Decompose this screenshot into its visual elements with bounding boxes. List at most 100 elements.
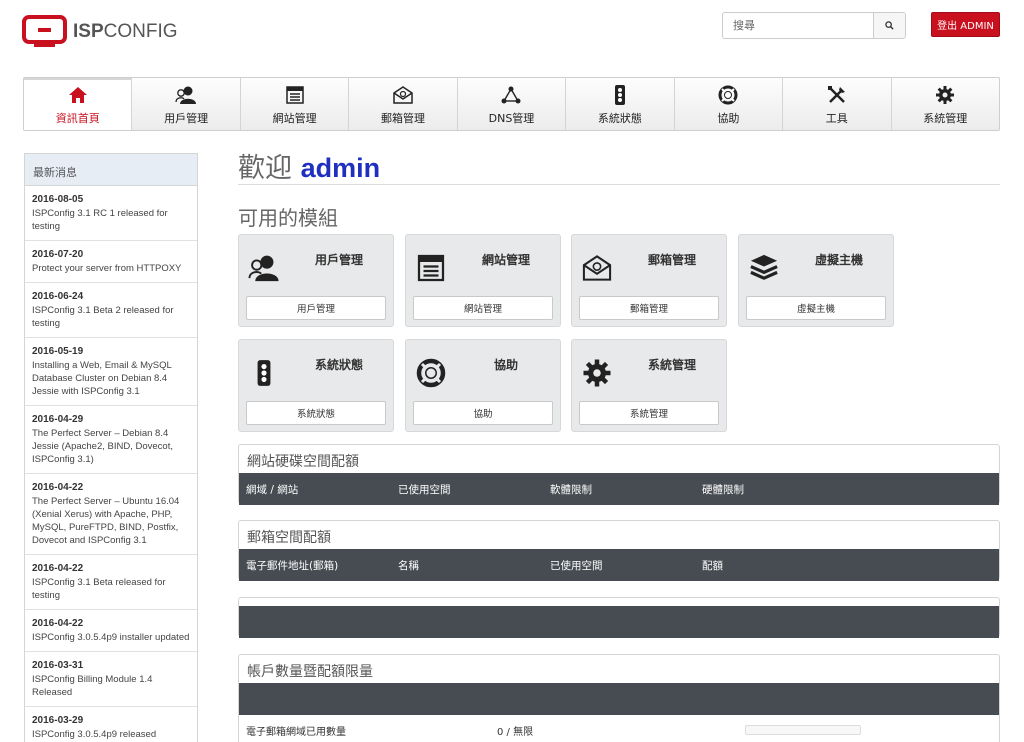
server-stack-icon	[750, 254, 778, 280]
search-box	[722, 12, 906, 39]
users-icon	[175, 86, 197, 104]
nav-item-home[interactable]: 資訊首頁	[24, 78, 133, 130]
news-date: 2016-03-29	[32, 715, 84, 726]
news-link[interactable]: The Perfect Server – Debian 8.4 Jessie (…	[32, 427, 190, 466]
modules-heading: 可用的模組	[238, 206, 338, 230]
module-button-sites[interactable]: 網站管理	[413, 296, 553, 320]
module-title: 系統狀態	[314, 358, 363, 372]
module-tile-users: 用戶管理 用戶管理	[238, 234, 394, 327]
nav-item-users[interactable]: 用戶管理	[132, 78, 241, 130]
nav-item-monitor[interactable]: 系統狀態	[566, 78, 675, 130]
module-title: 網站管理	[481, 253, 530, 267]
module-button-monitor[interactable]: 系統狀態	[246, 401, 386, 425]
table-header	[239, 606, 999, 638]
module-tile-mail: 郵箱管理 郵箱管理	[571, 234, 727, 327]
traffic-light-icon	[257, 360, 271, 386]
news-item[interactable]: 2016-06-24 ISPConfig 3.1 Beta 2 released …	[25, 283, 197, 338]
logo-text-rest: CONFIG	[103, 21, 178, 42]
news-date: 2016-04-22	[32, 563, 84, 574]
news-item[interactable]: 2016-04-29 The Perfect Server – Debian 8.…	[25, 406, 197, 474]
welcome-prefix: 歡迎	[238, 153, 292, 184]
news-date: 2016-03-31	[32, 660, 84, 671]
news-item[interactable]: 2016-03-29 ISPConfig 3.0.5.4p9 released	[25, 707, 197, 742]
logo-text: ISPCONFIG	[73, 21, 178, 43]
table-header: 電子郵件地址(郵箱) 名稱 已使用空間 配額	[239, 549, 999, 581]
news-link[interactable]: Protect your server from HTTPOXY	[32, 262, 190, 275]
column-header[interactable]: 名稱	[391, 558, 543, 573]
logout-button[interactable]: 登出 ADMIN	[931, 12, 1000, 37]
logo[interactable]: ISPCONFIG	[22, 15, 178, 49]
table-header	[239, 683, 999, 715]
news-link[interactable]: ISPConfig Billing Module 1.4 Released	[32, 673, 190, 699]
mail-quota-panel: 郵箱空間配額 電子郵件地址(郵箱) 名稱 已使用空間 配額	[238, 520, 1000, 581]
module-button-users[interactable]: 用戶管理	[246, 296, 386, 320]
news-date: 2016-04-29	[32, 414, 84, 425]
nav-label: 系統狀態	[597, 112, 642, 125]
column-header[interactable]: 硬體限制	[695, 482, 847, 497]
sidebar-heading: 最新消息	[25, 154, 197, 186]
news-item[interactable]: 2016-08-05 ISPConfig 3.1 RC 1 released fo…	[25, 186, 197, 241]
limit-progress-bar	[745, 725, 861, 735]
traffic-light-icon	[614, 85, 625, 105]
nav-label: 協助	[717, 112, 740, 125]
search-input[interactable]	[723, 13, 873, 38]
nav-item-help[interactable]: 協助	[675, 78, 784, 130]
ispconfig-dashboard: ISPCONFIG 登出 ADMIN 資訊首頁 用戶管理 網站管理 郵箱管理 D…	[0, 0, 1024, 742]
news-item[interactable]: 2016-04-22 The Perfect Server – Ubuntu 16…	[25, 474, 197, 555]
nav-item-system[interactable]: 系統管理	[892, 78, 999, 130]
module-button-help[interactable]: 協助	[413, 401, 553, 425]
nav-item-sites[interactable]: 網站管理	[241, 78, 350, 130]
news-link[interactable]: ISPConfig 3.1 RC 1 released for testing	[32, 207, 190, 233]
news-item[interactable]: 2016-03-31 ISPConfig Billing Module 1.4 R…	[25, 652, 197, 707]
module-tile-help: 協助 協助	[405, 339, 561, 432]
panel-title: 帳戶數量暨配額限量	[247, 664, 373, 680]
column-header[interactable]: 配額	[695, 558, 847, 573]
module-tile-sites: 網站管理 網站管理	[405, 234, 561, 327]
news-link[interactable]: The Perfect Server – Ubuntu 16.04 (Xenia…	[32, 495, 190, 547]
module-title: 郵箱管理	[647, 253, 696, 267]
website-icon	[417, 254, 445, 282]
column-header[interactable]: 已使用空間	[543, 558, 695, 573]
module-tile-vm: 虛擬主機 虛擬主機	[738, 234, 894, 327]
news-item[interactable]: 2016-04-22 ISPConfig 3.1 Beta released fo…	[25, 555, 197, 610]
panel-title: 網站硬碟空間配額	[247, 454, 359, 470]
news-date: 2016-07-20	[32, 249, 84, 260]
main-nav: 資訊首頁 用戶管理 網站管理 郵箱管理 DNS管理 系統狀態 協助 工具 系統管…	[23, 77, 1000, 131]
nav-label: 工具	[825, 112, 848, 125]
module-button-mail[interactable]: 郵箱管理	[579, 296, 719, 320]
news-link[interactable]: ISPConfig 3.1 Beta released for testing	[32, 576, 190, 602]
search-icon	[885, 21, 894, 30]
empty-panel	[238, 597, 1000, 638]
module-title: 協助	[493, 358, 518, 372]
module-button-vm[interactable]: 虛擬主機	[746, 296, 886, 320]
limit-label: 電子郵箱網域已用數量	[246, 726, 346, 738]
column-header[interactable]: 電子郵件地址(郵箱)	[239, 558, 391, 573]
news-link[interactable]: Installing a Web, Email & MySQL Database…	[32, 359, 190, 398]
search-button[interactable]	[873, 13, 905, 38]
nav-item-tools[interactable]: 工具	[783, 78, 892, 130]
web-quota-panel: 網站硬碟空間配額 網域 / 網站 已使用空間 軟體限制 硬體限制	[238, 444, 1000, 505]
news-link[interactable]: ISPConfig 3.1 Beta 2 released for testin…	[32, 304, 190, 330]
page-title: 歡迎 admin	[238, 146, 380, 185]
column-header[interactable]: 已使用空間	[391, 482, 543, 497]
column-header[interactable]: 軟體限制	[543, 482, 695, 497]
news-link[interactable]: ISPConfig 3.0.5.4p9 installer updated	[32, 631, 190, 644]
nav-label: DNS管理	[488, 112, 535, 125]
dns-icon	[501, 86, 521, 104]
logo-text-bold: ISP	[73, 21, 104, 42]
nav-item-dns[interactable]: DNS管理	[458, 78, 567, 130]
news-item[interactable]: 2016-07-20 Protect your server from HTTPO…	[25, 241, 197, 283]
nav-item-mail[interactable]: 郵箱管理	[349, 78, 458, 130]
news-date: 2016-04-22	[32, 482, 84, 493]
module-button-system[interactable]: 系統管理	[579, 401, 719, 425]
tools-icon	[827, 86, 845, 103]
module-title: 虛擬主機	[814, 253, 863, 267]
users-icon	[248, 255, 279, 282]
news-link[interactable]: ISPConfig 3.0.5.4p9 released	[32, 728, 190, 741]
column-header[interactable]: 網域 / 網站	[239, 482, 391, 497]
panel-title: 郵箱空間配額	[247, 530, 331, 546]
module-title: 系統管理	[647, 358, 696, 372]
news-item[interactable]: 2016-05-19 Installing a Web, Email & MySQ…	[25, 338, 197, 406]
limits-panel: 帳戶數量暨配額限量 電子郵箱網域已用數量 0 / 無限	[238, 654, 1000, 742]
news-item[interactable]: 2016-04-22 ISPConfig 3.0.5.4p9 installer …	[25, 610, 197, 652]
